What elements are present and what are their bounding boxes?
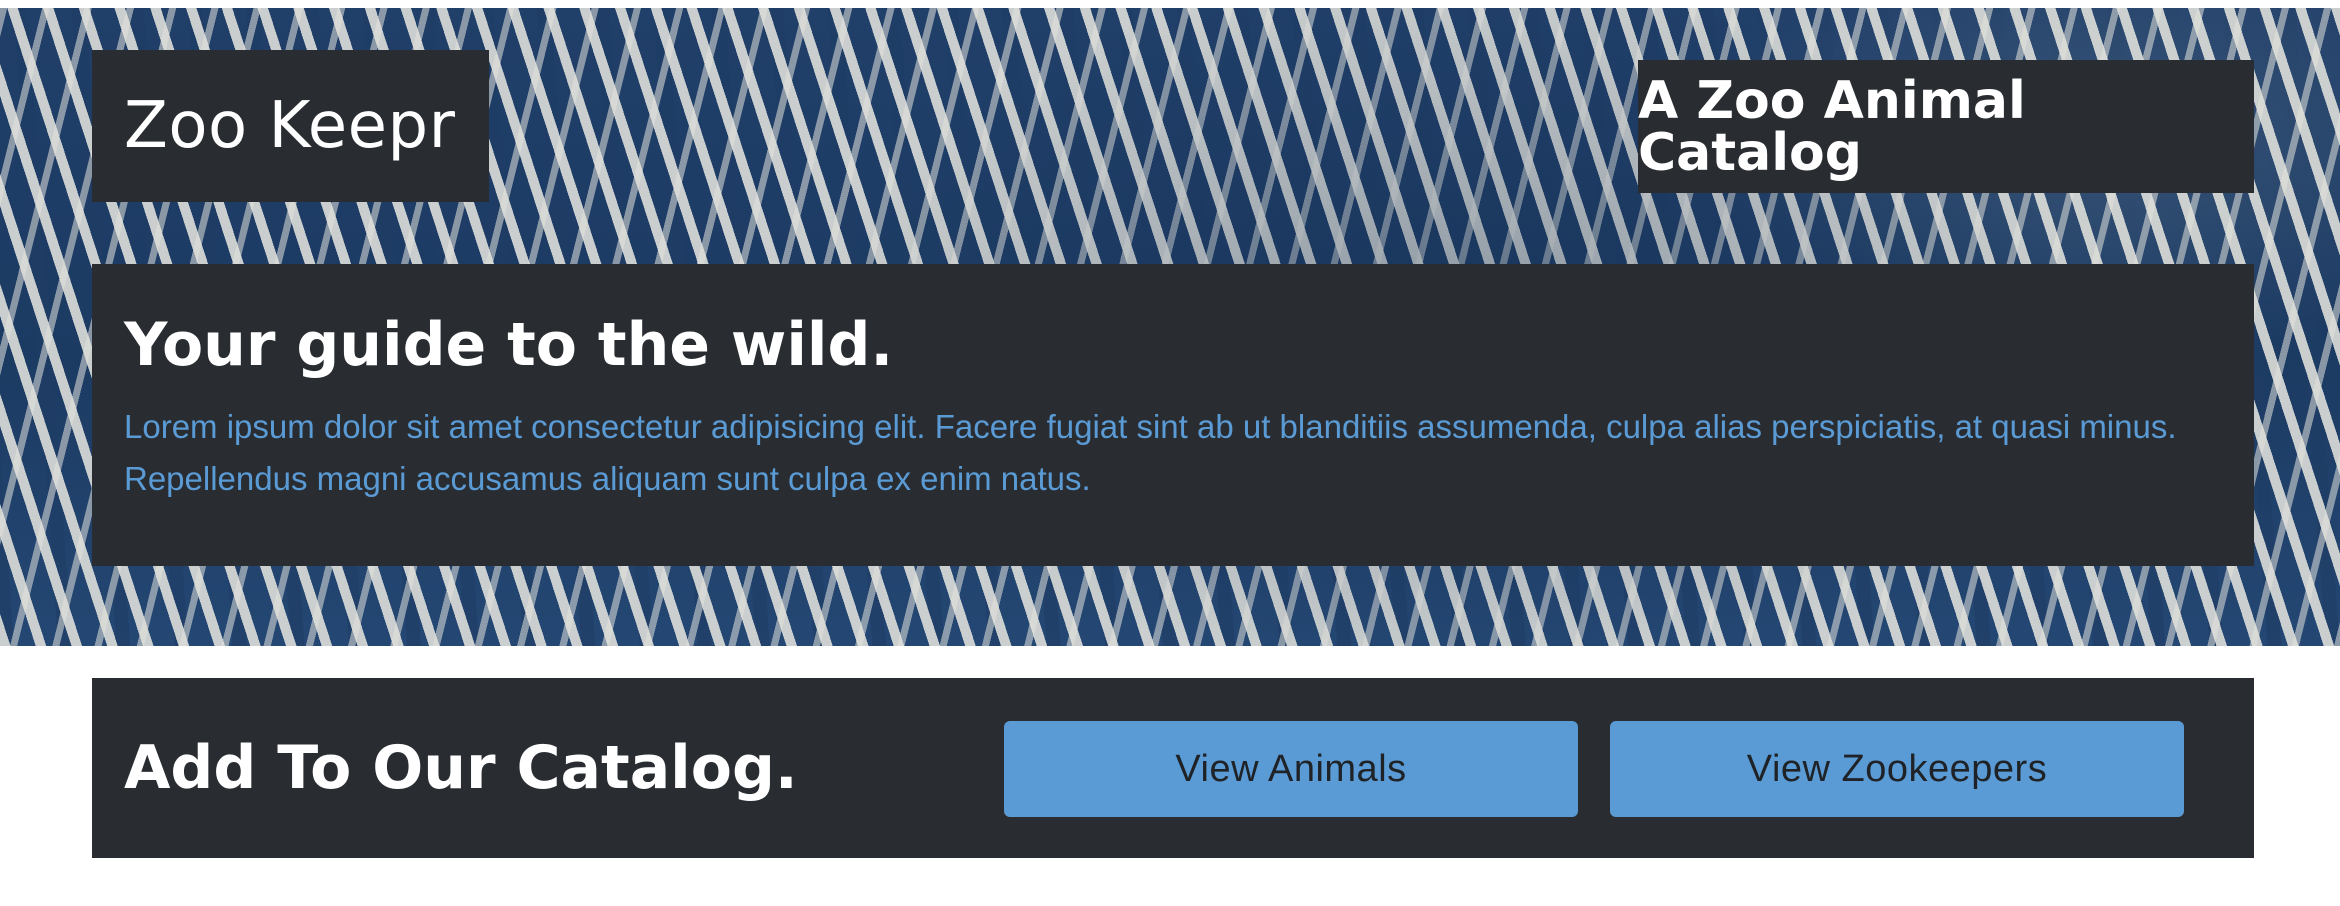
intro-panel: Your guide to the wild. Lorem ipsum dolo… xyxy=(92,264,2254,566)
tagline-panel: A Zoo Animal Catalog xyxy=(1638,60,2254,193)
view-zookeepers-button[interactable]: View Zookeepers xyxy=(1610,721,2184,817)
intro-heading: Your guide to the wild. xyxy=(124,310,894,380)
site-tagline: A Zoo Animal Catalog xyxy=(1638,70,2026,183)
catalog-heading: Add To Our Catalog. xyxy=(124,733,798,803)
site-title[interactable]: Zoo Keepr xyxy=(124,94,455,158)
intro-text: Lorem ipsum dolor sit amet consectetur a… xyxy=(124,408,2177,497)
view-animals-button[interactable]: View Animals xyxy=(1004,721,1578,817)
catalog-section: Add To Our Catalog. View Animals View Zo… xyxy=(92,678,2254,858)
brand-panel: Zoo Keepr xyxy=(92,50,489,202)
